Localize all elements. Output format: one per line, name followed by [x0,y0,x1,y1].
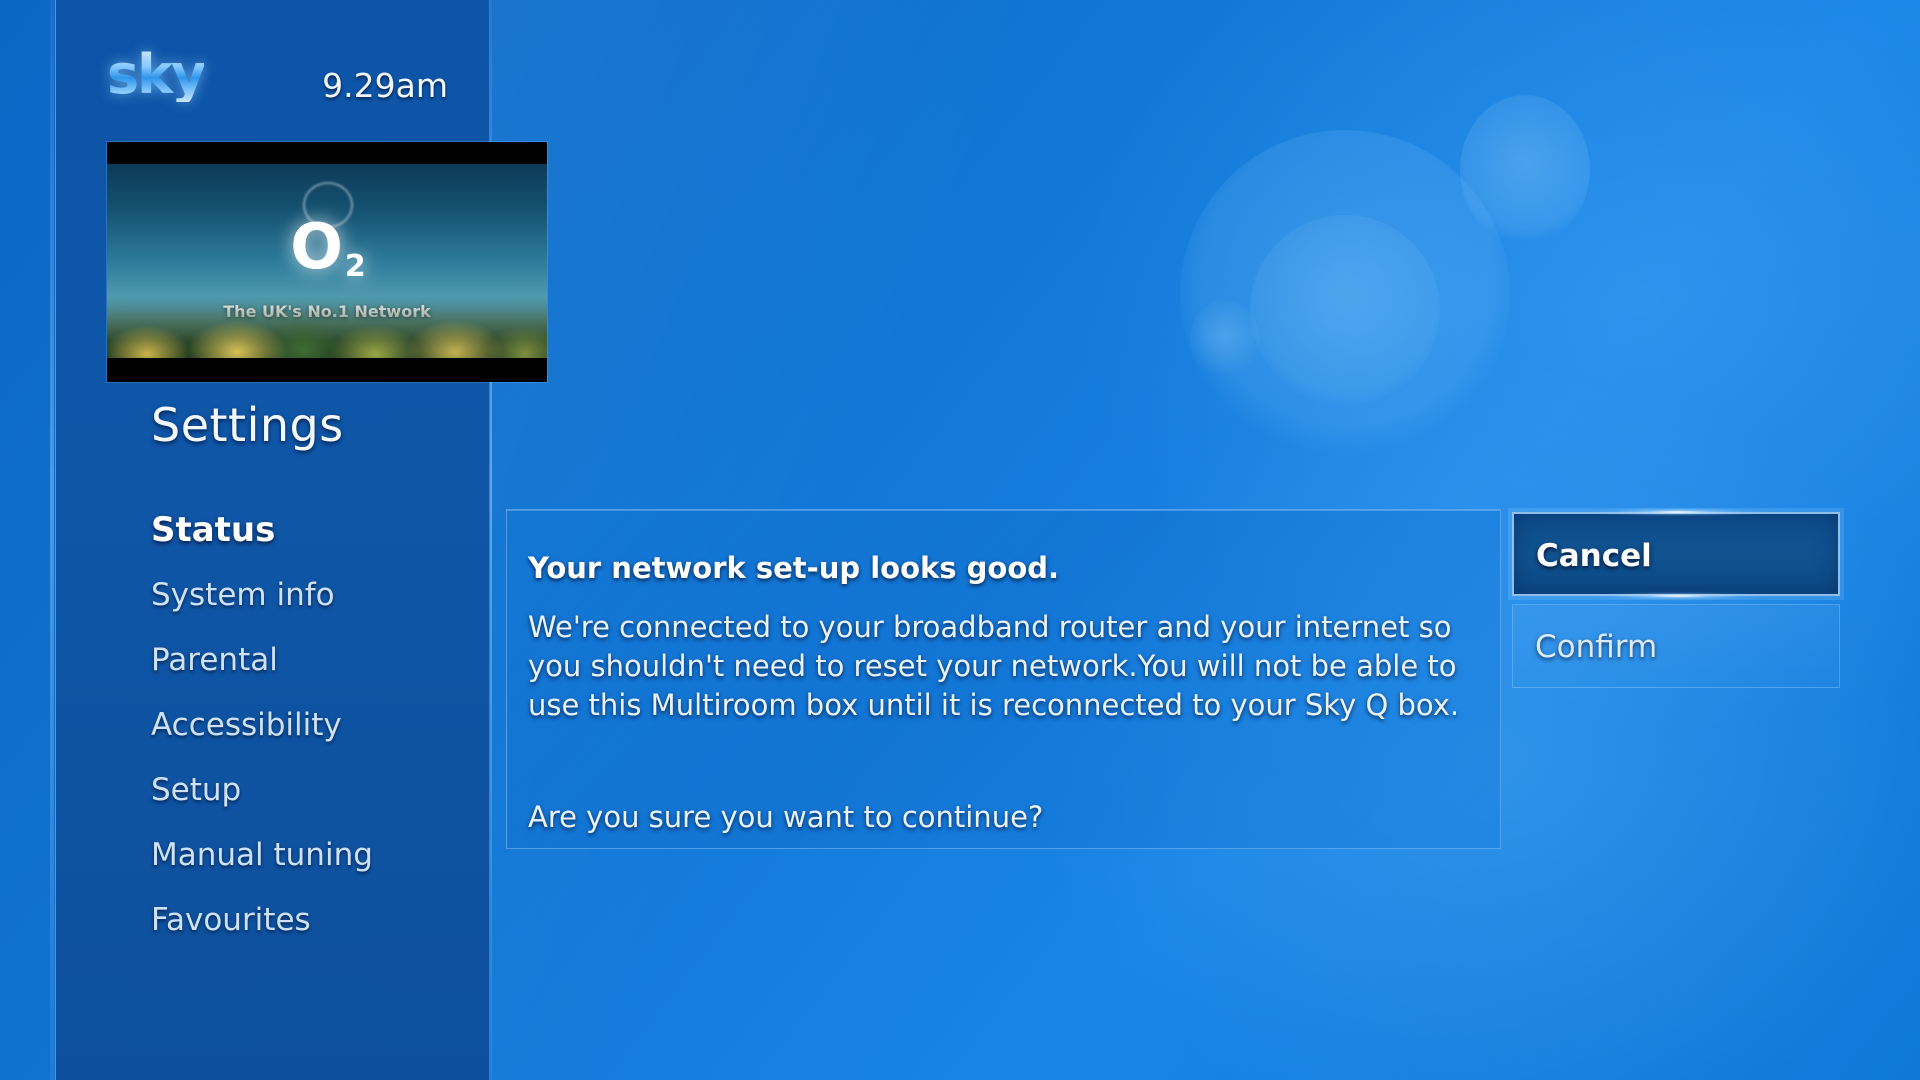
settings-menu: Status System info Parental Accessibilit… [151,498,511,953]
dialog-body: We're connected to your broadband router… [528,610,1466,722]
promo-trees [107,296,547,358]
sidebar-item-parental[interactable]: Parental [151,628,511,693]
background-bokeh-circle [1250,215,1440,405]
letterbox-bar-bottom [107,358,547,382]
sidebar-item-system-info[interactable]: System info [151,563,511,628]
dialog-heading: Your network set-up looks good. [528,551,1060,585]
page-title: Settings [151,398,344,452]
sidebar-item-accessibility[interactable]: Accessibility [151,693,511,758]
promo-scene: O2 The UK's No.1 Network [107,164,547,358]
background-arc [1560,0,1920,370]
letterbox-bar-top [107,142,547,164]
o2-logo-letter: O [290,210,343,283]
cancel-button[interactable]: Cancel [1500,507,1856,601]
background-bokeh-circle [1180,130,1510,460]
brand-row: sky 9.29am [55,0,490,148]
confirm-button-label: Confirm [1535,629,1658,665]
dialog-actions: Cancel Confirm [1500,507,1856,688]
sidebar-item-favourites[interactable]: Favourites [151,888,511,953]
dialog-question: Are you sure you want to continue? [528,800,1044,834]
clock: 9.29am [322,66,448,105]
cancel-button-label: Cancel [1536,538,1652,574]
confirm-button[interactable]: Confirm [1512,604,1840,688]
sky-logo: sky [107,43,206,106]
selection-glow-top [1500,507,1856,517]
sidebar: sky 9.29am O2 The UK's No.1 Network Sett… [55,0,547,1080]
background-bokeh-circle [1460,95,1590,245]
sidebar-item-status[interactable]: Status [151,498,511,563]
o2-logo: O2 [107,216,547,282]
sidebar-item-manual-tuning[interactable]: Manual tuning [151,823,511,888]
background-bokeh-circle [1190,300,1260,380]
promo-thumbnail[interactable]: O2 The UK's No.1 Network [107,142,547,382]
sky-q-settings-screen: sky 9.29am O2 The UK's No.1 Network Sett… [0,0,1920,1080]
o2-logo-subscript: 2 [344,249,366,284]
sidebar-left-edge [50,0,54,1080]
selection-glow-bottom [1500,591,1856,601]
sidebar-item-setup[interactable]: Setup [151,758,511,823]
confirmation-dialog: Your network set-up looks good. We're co… [506,509,1501,849]
